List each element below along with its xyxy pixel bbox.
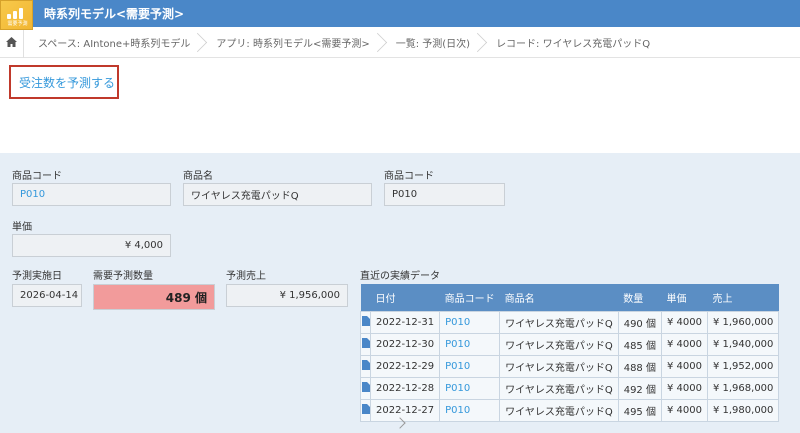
unit-price-field[interactable]: ¥ 4,000	[12, 234, 171, 257]
table-header-price: 単価	[661, 284, 708, 311]
cell-name: ワイヤレス充電パッドQ	[499, 310, 619, 334]
cell-date: 2022-12-31	[369, 310, 441, 334]
recent-data-label: 直近の実績データ	[360, 271, 440, 282]
app-header: 需要予測 時系列モデル<需要予測>	[0, 0, 800, 30]
cell-qty: 490 個	[617, 310, 662, 334]
app-icon[interactable]: 需要予測	[0, 0, 33, 30]
table-header-name: 商品名	[499, 284, 619, 311]
cell-code[interactable]: P010	[439, 332, 501, 356]
cell-sales: ¥ 1,968,000	[706, 376, 780, 400]
table-header-code: 商品コード	[439, 284, 500, 311]
product-code2-field[interactable]: P010	[384, 183, 505, 206]
table-row[interactable]: 2022-12-30 P010 ワイヤレス充電パッドQ 485 個 ¥ 4000…	[360, 332, 780, 356]
cell-date: 2022-12-30	[369, 332, 441, 356]
cell-price: ¥ 4000	[660, 310, 708, 334]
cell-price: ¥ 4000	[660, 398, 708, 422]
document-icon	[361, 381, 370, 392]
home-button[interactable]	[0, 26, 24, 58]
cell-sales: ¥ 1,940,000	[706, 332, 780, 356]
forecast-sales-field[interactable]: ¥ 1,956,000	[226, 284, 348, 307]
document-icon	[361, 403, 370, 414]
cell-qty: 485 個	[617, 332, 662, 356]
cell-qty: 488 個	[617, 354, 662, 378]
table-row[interactable]: 2022-12-29 P010 ワイヤレス充電パッドQ 488 個 ¥ 4000…	[360, 354, 780, 378]
breadcrumb-view[interactable]: 一覧: 予測(日次)	[382, 27, 482, 58]
breadcrumb: スペース: AIntone+時系列モデル アプリ: 時系列モデル<需要予測> 一…	[0, 26, 800, 58]
action-area: 受注数を予測する	[0, 58, 800, 153]
breadcrumb-space[interactable]: スペース: AIntone+時系列モデル	[24, 27, 202, 58]
document-icon-cell[interactable]	[360, 332, 371, 356]
cell-date: 2022-12-29	[369, 354, 441, 378]
table-header-row: 日付 商品コード 商品名 数量 単価 売上	[360, 284, 779, 311]
forecast-qty-field[interactable]: 489 個	[93, 284, 215, 310]
cell-price: ¥ 4000	[660, 354, 708, 378]
breadcrumb-app[interactable]: アプリ: 時系列モデル<需要予測>	[202, 27, 381, 58]
document-icon	[361, 315, 370, 326]
cell-name: ワイヤレス充電パッドQ	[499, 332, 619, 356]
app-title[interactable]: 時系列モデル<需要予測>	[44, 5, 184, 22]
forecast-date-label: 予測実施日	[12, 271, 62, 282]
document-icon-cell[interactable]	[360, 354, 371, 378]
cell-price: ¥ 4000	[660, 332, 708, 356]
document-icon	[361, 359, 370, 370]
document-icon-cell[interactable]	[360, 310, 371, 334]
record-panel: 商品コード P010 商品名 ワイヤレス充電パッドQ 商品コード P010 単価…	[0, 153, 800, 433]
table-row[interactable]: 2022-12-28 P010 ワイヤレス充電パッドQ 492 個 ¥ 4000…	[360, 376, 780, 400]
table-header-qty: 数量	[618, 284, 662, 311]
product-code-label: 商品コード	[12, 171, 62, 182]
cell-sales: ¥ 1,960,000	[706, 310, 780, 334]
document-icon	[361, 337, 370, 348]
forecast-qty-label: 需要予測数量	[93, 271, 153, 282]
product-name-label: 商品名	[183, 171, 213, 182]
cell-qty: 492 個	[617, 376, 662, 400]
breadcrumb-record: レコード: ワイヤレス充電パッドQ	[496, 38, 651, 50]
cell-name: ワイヤレス充電パッドQ	[499, 376, 619, 400]
cell-sales: ¥ 1,952,000	[706, 354, 780, 378]
cell-code[interactable]: P010	[439, 310, 501, 334]
table-header-date: 日付	[370, 284, 440, 311]
app-icon-text: 需要予測	[7, 21, 28, 27]
forecast-date-field[interactable]: 2026-04-14	[12, 284, 82, 307]
cell-name: ワイヤレス充電パッドQ	[499, 398, 619, 422]
table-header-sales: 売上	[707, 284, 779, 311]
table-row[interactable]: 2022-12-27 P010 ワイヤレス充電パッドQ 495 個 ¥ 4000…	[360, 398, 780, 422]
cell-date: 2022-12-27	[369, 398, 441, 422]
cell-code[interactable]: P010	[439, 354, 501, 378]
cell-code[interactable]: P010	[439, 398, 501, 422]
product-code2-label: 商品コード	[384, 171, 434, 182]
product-name-field[interactable]: ワイヤレス充電パッドQ	[183, 183, 372, 206]
document-icon-cell[interactable]	[360, 376, 371, 400]
forecast-sales-label: 予測売上	[226, 271, 266, 282]
cell-price: ¥ 4000	[660, 376, 708, 400]
cell-name: ワイヤレス充電パッドQ	[499, 354, 619, 378]
unit-price-label: 単価	[12, 222, 32, 233]
home-icon	[6, 37, 17, 47]
cell-qty: 495 個	[617, 398, 662, 422]
product-code-field[interactable]: P010	[12, 183, 171, 206]
table-row[interactable]: 2022-12-31 P010 ワイヤレス充電パッドQ 490 個 ¥ 4000…	[360, 310, 780, 334]
cell-code[interactable]: P010	[439, 376, 501, 400]
cell-date: 2022-12-28	[369, 376, 441, 400]
recent-data-table: 日付 商品コード 商品名 数量 単価 売上 2022-12-31 P010 ワイ…	[360, 284, 780, 422]
cell-sales: ¥ 1,980,000	[706, 398, 780, 422]
chart-bars-icon	[7, 7, 27, 19]
table-header-icon	[360, 284, 371, 311]
forecast-orders-button[interactable]: 受注数を予測する	[9, 65, 119, 99]
document-icon-cell[interactable]	[360, 398, 371, 422]
